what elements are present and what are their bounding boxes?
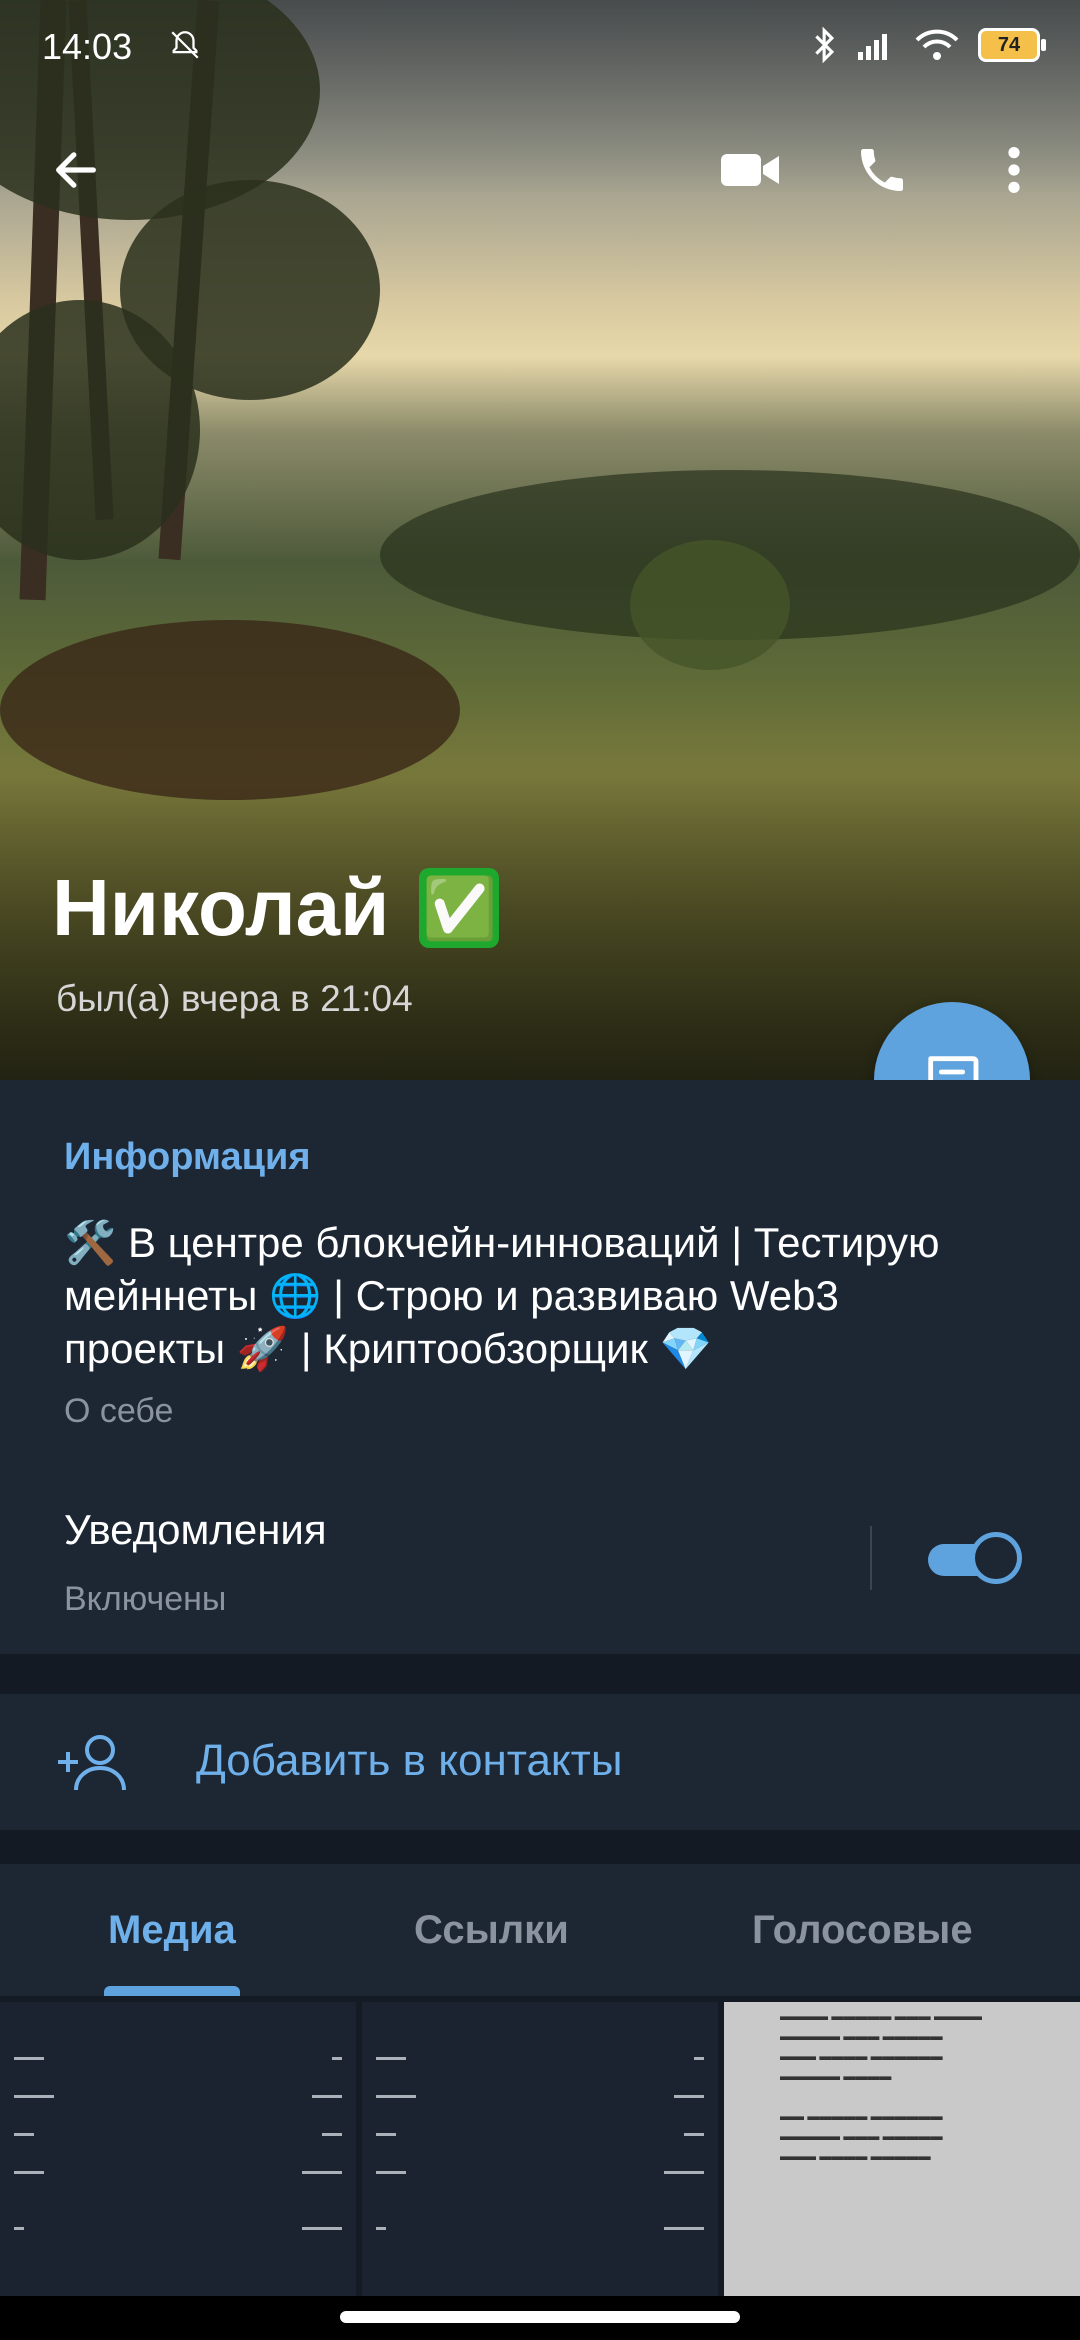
notifications-status: Включены (64, 1580, 227, 1618)
info-section: Информация 🛠️ В центре блокчейн-инноваци… (0, 1080, 1080, 1654)
bio-line: мейннеты 🌐 | Строю и развиваю Web3 (64, 1272, 839, 1319)
bio-line: 🛠️ В центре блокчейн-инноваций | Тестиру… (64, 1219, 940, 1266)
wifi-icon (915, 29, 959, 60)
status-time: 14:03 (42, 26, 133, 67)
bio-text[interactable]: 🛠️ В центре блокчейн-инноваций | Тестиру… (64, 1216, 1024, 1375)
more-options-button[interactable] (964, 120, 1064, 220)
profile-toolbar (0, 120, 1080, 220)
back-button[interactable] (26, 120, 126, 220)
add-to-contacts-row[interactable]: Добавить в контакты (0, 1694, 1080, 1830)
tab-voice[interactable]: Голосовые (752, 1908, 973, 1953)
bio-caption: О себе (64, 1392, 174, 1430)
add-person-icon (58, 1735, 126, 1791)
media-thumbnail[interactable]: ▬▬▬ ▬ ▬▬▬▬ ▬▬▬ ▬▬ ▬▬ ▬▬▬ ▬▬▬▬ ▬ ▬▬▬▬ (0, 2002, 356, 2296)
media-thumbnail[interactable]: ▬▬▬▬ ▬▬▬▬▬ ▬▬▬ ▬▬▬▬ ▬▬▬▬▬ ▬▬▬ ▬▬▬▬▬ ▬▬▬ ▬▬… (724, 2002, 1080, 2296)
toggle-knob (970, 1532, 1022, 1584)
mute-bell-icon (171, 31, 199, 59)
profile-name-text: Николай (52, 863, 390, 952)
phone-call-button[interactable] (832, 120, 932, 220)
back-arrow-icon (56, 152, 96, 188)
info-section-title: Информация (64, 1136, 311, 1178)
bio-line: проекты 🚀 | Криптообзорщик 💎 (64, 1325, 712, 1372)
divider (870, 1526, 872, 1590)
section-gap (0, 1830, 1080, 1864)
verified-check-icon: ✅ (419, 868, 500, 948)
more-vert-icon (1008, 147, 1020, 193)
section-gap (0, 1654, 1080, 1694)
battery-indicator: 74 (978, 28, 1046, 62)
tab-links[interactable]: Ссылки (414, 1908, 569, 1953)
notifications-label[interactable]: Уведомления (64, 1506, 327, 1554)
phone-icon (861, 149, 903, 191)
home-gesture-pill[interactable] (340, 2311, 740, 2323)
status-bar: 14:03 74 (0, 0, 1080, 96)
last-seen-status: был(а) вчера в 21:04 (56, 978, 413, 1019)
tab-media[interactable]: Медиа (108, 1908, 236, 1953)
tab-active-indicator (104, 1986, 240, 1996)
media-grid: ▬▬▬ ▬ ▬▬▬▬ ▬▬▬ ▬▬ ▬▬ ▬▬▬ ▬▬▬▬ ▬ ▬▬▬▬ ▬▬▬ ▬ ▬▬▬… (0, 1996, 1080, 2296)
video-call-icon (721, 154, 779, 186)
battery-level: 74 (997, 33, 1021, 56)
cellular-signal-icon (858, 34, 887, 60)
bluetooth-icon (815, 26, 835, 64)
video-call-button[interactable] (700, 120, 800, 220)
media-thumbnail[interactable]: ▬▬▬ ▬ ▬▬▬▬ ▬▬▬ ▬▬ ▬▬ ▬▬▬ ▬▬▬▬ ▬ ▬▬▬▬ (362, 2002, 718, 2296)
notifications-toggle[interactable] (928, 1532, 1022, 1584)
add-to-contacts-label: Добавить в контакты (196, 1736, 623, 1785)
shared-media-tabs: Медиа Ссылки Голосовые (0, 1864, 1080, 1996)
profile-name: Николай ✅ (52, 862, 500, 954)
